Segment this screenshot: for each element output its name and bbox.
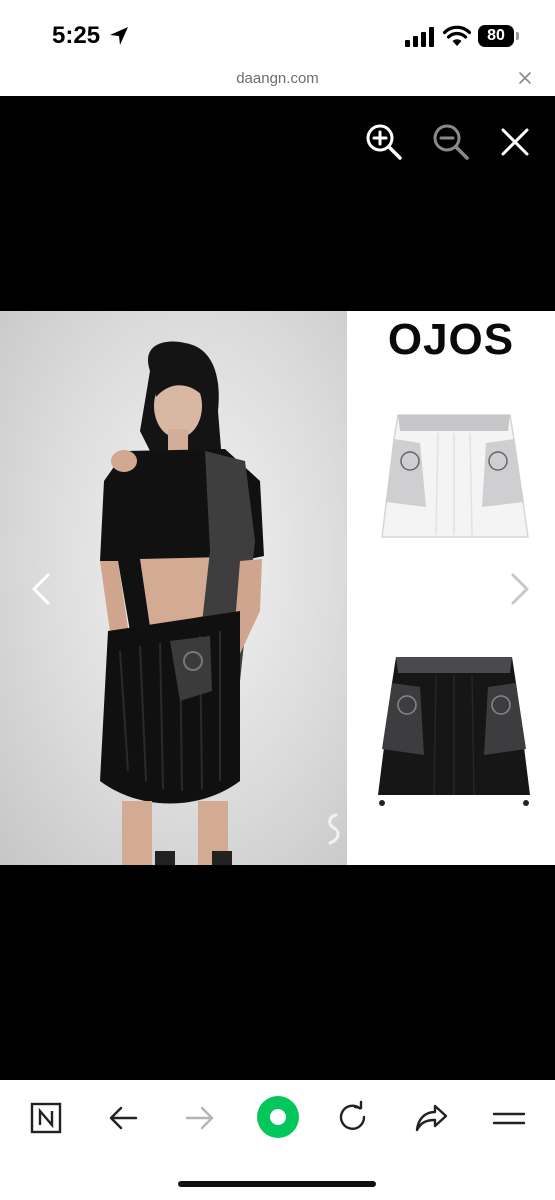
battery-tip [516,32,519,40]
status-time: 5:25 [52,22,101,49]
location-arrow-icon [110,27,128,45]
status-bar: 5:25 80 [0,0,555,64]
image-viewer: OJOS [0,96,555,1080]
url-bar[interactable]: daangn.com [0,64,555,96]
battery-level: 80 [478,25,514,47]
close-icon[interactable] [517,70,533,86]
wifi-icon [443,25,471,46]
back-arrow-icon[interactable] [103,1098,143,1138]
next-arrow-icon[interactable] [505,569,535,609]
cellular-signal-icon [405,27,434,47]
zoom-in-icon[interactable] [364,122,404,162]
previous-arrow-icon[interactable] [26,569,56,609]
reload-icon[interactable] [333,1098,373,1138]
watermark-logo [328,813,340,845]
close-icon[interactable] [495,122,535,162]
browser-toolbar [0,1080,555,1200]
forward-arrow-icon[interactable] [180,1098,220,1138]
white-skirt-illustration [381,414,529,538]
menu-icon[interactable] [489,1098,529,1138]
product-image: OJOS [0,311,555,865]
home-indicator [178,1181,376,1187]
battery-icon: 80 [478,25,520,47]
brand-text: OJOS [387,315,515,364]
zoom-out-icon[interactable] [431,122,471,162]
green-dot-icon[interactable] [256,1095,300,1139]
black-skirt-illustration [378,657,530,806]
share-icon[interactable] [411,1098,451,1138]
naver-n-icon[interactable] [26,1098,66,1138]
url-text[interactable]: daangn.com [0,70,555,87]
